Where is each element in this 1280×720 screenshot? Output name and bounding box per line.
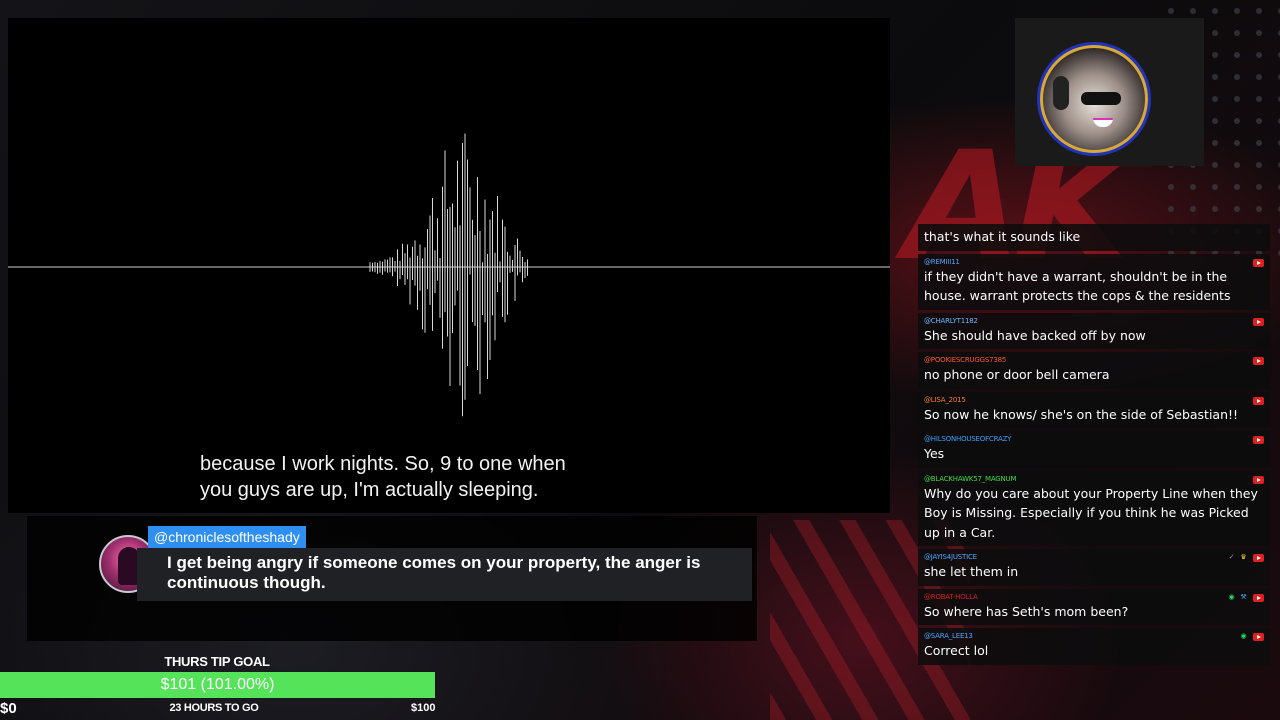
youtube-icon (1253, 317, 1264, 326)
chat-username[interactable]: @CHARLYT1182 (924, 316, 1264, 326)
chat-message: @BLACKHAWK57_MAGNUM Why do you care about… (918, 470, 1270, 546)
smile-graphic (1093, 118, 1113, 127)
headphones-graphic (1053, 76, 1069, 110)
caption-line-1: because I work nights. So, 9 to one when (200, 453, 566, 475)
chat-message: @POOKIESCRUGGS7385 no phone or door bell … (918, 352, 1270, 389)
video-player[interactable]: because I work nights. So, 9 to one when… (8, 18, 890, 513)
chat-username[interactable]: @SARA_LEE13 (924, 631, 1264, 641)
chat-username[interactable]: @BLACKHAWK57_MAGNUM (924, 474, 1264, 484)
comment-text: I get being angry if someone comes on yo… (137, 548, 752, 601)
green-badge-icon: ◉ (1228, 592, 1235, 601)
wrench-badge-icon: ⚒ (1240, 592, 1247, 601)
chat-username[interactable]: @REMIII11 (924, 257, 1264, 267)
captions: because I work nights. So, 9 to one when… (200, 451, 800, 503)
chat-panel[interactable]: that's what it sounds like @REMIII11 if th… (918, 224, 1270, 668)
sunglasses-graphic (1081, 92, 1121, 105)
caption-line-2: you guys are up, I'm actually sleeping. (200, 479, 539, 501)
youtube-icon (1253, 436, 1264, 444)
comment-text-line-1: I get being angry if someone comes on yo… (167, 553, 701, 572)
youtube-icon (1253, 593, 1264, 602)
tip-goal-max: $100 (411, 702, 436, 714)
chat-message-text: Yes (924, 446, 945, 461)
chat-username[interactable]: @ROBAT-HOLLA (924, 592, 1264, 602)
chat-username[interactable]: @JAYIS4JUSTICE (924, 552, 1264, 562)
youtube-icon (1253, 396, 1264, 405)
chat-message-text: She should have backed off by now (924, 327, 1146, 343)
youtube-icon (1253, 258, 1264, 267)
chat-message-text: if they didn't have a warrant, shouldn't… (924, 268, 1231, 304)
chat-username[interactable]: @LISA_2015 (924, 395, 1264, 405)
chat-message: @REMIII11 if they didn't have a warrant, … (918, 253, 1270, 310)
commenter-handle: @chroniclesoftheshady (148, 526, 306, 548)
chat-message-text: Correct lol (924, 643, 989, 658)
youtube-icon (1253, 633, 1264, 641)
chat-username[interactable]: @POOKIESCRUGGS7385 (924, 355, 1264, 365)
youtube-icon (1253, 554, 1264, 562)
chat-message: @CHARLYT1182 She should have backed off b… (918, 312, 1270, 349)
chat-username[interactable]: @HILSONHOUSEOFCRAZY (924, 434, 1264, 444)
chat-message-text: Why do you care about your Property Line… (924, 485, 1258, 540)
check-badge-icon: ✓ (1228, 553, 1235, 561)
youtube-icon (1253, 475, 1264, 484)
tip-goal-time-remaining: 23 HOURS TO GO (169, 702, 259, 714)
chat-message-text: So where has Seth's mom been? (924, 603, 1129, 619)
featured-comment: @chroniclesoftheshady I get being angry … (27, 516, 757, 641)
streamer-avatar (1040, 45, 1148, 153)
green-badge-icon: ◉ (1240, 632, 1247, 640)
chat-message: @SARA_LEE13 Correct lol ◉ (918, 628, 1270, 665)
youtube-icon (1253, 357, 1264, 365)
chat-message-text: she let them in (924, 564, 1019, 579)
chat-message: @ROBAT-HOLLA So where has Seth's mom been… (918, 588, 1270, 625)
chat-message: that's what it sounds like (918, 224, 1270, 251)
audio-waveform (8, 133, 890, 417)
chat-message-text: So now he knows/ she's on the side of Se… (924, 406, 1239, 422)
comment-text-line-2: continuous though. (167, 573, 326, 592)
chat-message-text: that's what it sounds like (924, 229, 1081, 244)
chat-message: @HILSONHOUSEOFCRAZY Yes (918, 431, 1270, 468)
chat-message: @JAYIS4JUSTICE she let them in ♛ ✓ (918, 549, 1270, 586)
chat-message-text: no phone or door bell camera (924, 367, 1110, 382)
tip-goal-progress-bar: $101 (101.00%) (0, 672, 435, 698)
chat-message: @LISA_2015 So now he knows/ she's on the … (918, 391, 1270, 428)
tip-goal-title: THURS TIP GOAL (164, 654, 270, 669)
crown-badge-icon: ♛ (1240, 553, 1247, 561)
streamer-cam (1015, 18, 1204, 166)
tip-goal-amount: $101 (101.00%) (160, 676, 275, 693)
